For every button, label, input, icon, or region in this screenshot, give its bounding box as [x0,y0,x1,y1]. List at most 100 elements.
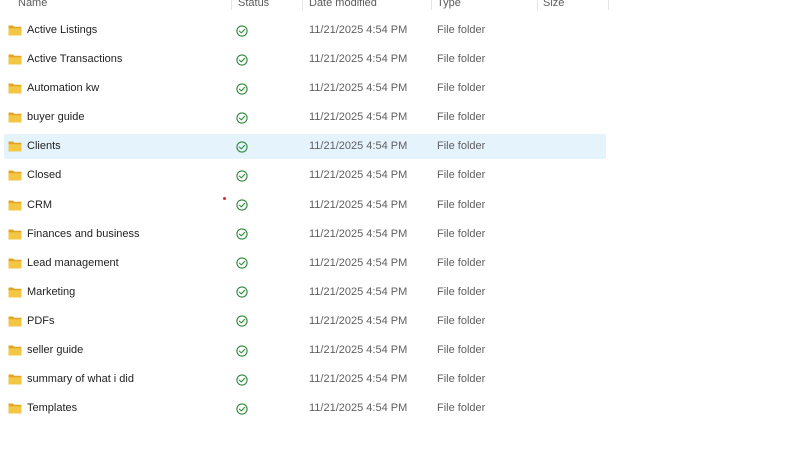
column-header-bar: Name Status Date modified Type Size [0,0,610,12]
column-divider[interactable] [608,0,609,10]
sync-ok-icon [236,286,248,298]
sync-ok-icon [236,315,248,328]
column-divider[interactable] [431,0,432,10]
date-modified-cell: 11/21/2025 4:54 PM [309,198,408,211]
type-cell: File folder [437,285,486,298]
sync-ok-icon [236,24,248,37]
file-row[interactable]: Active Transactions 11/21/2025 4:54 PM F… [4,47,606,72]
name-cell: CRM [8,193,230,218]
date-modified-cell: 11/21/2025 4:54 PM [309,373,408,386]
folder-icon [8,229,22,240]
file-name: summary of what i did [27,373,134,386]
file-name: Finances and business [27,227,140,240]
status-cell [236,18,256,43]
status-cell [236,222,256,247]
file-name: Active Listings [27,24,98,36]
column-header-name[interactable]: Name [18,0,47,12]
folder-icon [8,200,22,211]
type-cell: File folder [437,256,486,269]
date-modified-cell: 11/21/2025 4:54 PM [309,82,408,95]
sync-ok-icon [236,228,248,240]
file-row[interactable]: Closed 11/21/2025 4:54 PM File folder [4,163,606,188]
column-divider[interactable] [231,0,232,10]
status-cell [236,309,256,334]
file-row[interactable]: Templates 11/21/2025 4:54 PM File folder [4,396,606,421]
name-cell: Templates [8,396,230,421]
status-cell [236,396,256,421]
date-modified-cell: 11/21/2025 4:54 PM [309,285,408,298]
date-modified-cell: 11/21/2025 4:54 PM [309,314,408,327]
date-modified-cell: 11/21/2025 4:54 PM [309,24,408,36]
file-row[interactable]: summary of what i did 11/21/2025 4:54 PM… [4,367,606,392]
folder-icon [8,258,22,269]
status-cell [236,163,256,188]
file-name: buyer guide [27,111,85,124]
folder-icon [8,54,22,65]
date-modified-cell: 11/21/2025 4:54 PM [309,53,408,66]
status-cell [236,193,256,218]
column-header-type[interactable]: Type [437,0,461,12]
status-cell [236,76,256,101]
type-cell: File folder [437,198,486,211]
cursor-dot [223,197,226,200]
date-modified-cell: 11/21/2025 4:54 PM [309,111,408,124]
column-header-size[interactable]: Size [543,0,564,12]
sync-ok-icon [236,112,248,124]
name-cell: Finances and business [8,222,230,247]
sync-ok-icon [236,403,248,415]
name-cell: buyer guide [8,105,230,130]
file-row[interactable]: seller guide 11/21/2025 4:54 PM File fol… [4,338,606,363]
type-cell: File folder [437,82,486,95]
folder-icon [8,25,22,36]
file-row[interactable]: CRM 11/21/2025 4:54 PM File folder [4,193,606,218]
file-row[interactable]: buyer guide 11/21/2025 4:54 PM File fold… [4,105,606,130]
column-header-status[interactable]: Status [238,0,269,12]
file-name: PDFs [27,314,55,327]
folder-icon [8,170,22,181]
type-cell: File folder [437,344,486,357]
date-modified-cell: 11/21/2025 4:54 PM [309,402,408,415]
type-cell: File folder [437,314,486,327]
status-cell [236,338,256,363]
status-cell [236,367,256,392]
sync-ok-icon [236,53,248,66]
file-row[interactable]: Finances and business 11/21/2025 4:54 PM… [4,222,606,247]
name-cell: Automation kw [8,76,230,101]
file-name: Clients [27,140,61,153]
name-cell: Clients [8,134,230,159]
folder-icon [8,141,22,152]
status-cell [236,47,256,72]
file-name: CRM [27,198,53,211]
sync-ok-icon [236,199,248,211]
type-cell: File folder [437,140,486,153]
folder-icon [8,403,22,414]
column-header-date-modified[interactable]: Date modified [309,0,377,12]
name-cell: PDFs [8,309,230,334]
file-name: seller guide [27,344,84,357]
name-cell: Active Listings [8,18,230,43]
sync-ok-icon [236,83,248,95]
file-row[interactable]: Automation kw 11/21/2025 4:54 PM File fo… [4,76,606,101]
status-cell [236,280,256,305]
column-divider[interactable] [537,0,538,10]
status-cell [236,251,256,276]
folder-icon [8,316,22,327]
type-cell: File folder [437,373,486,386]
date-modified-cell: 11/21/2025 4:54 PM [309,140,408,153]
sync-ok-icon [236,170,248,182]
sync-ok-icon [236,257,248,269]
folder-icon [8,287,22,298]
folder-icon [8,83,22,94]
file-row[interactable]: Clients 11/21/2025 4:54 PM File folder [4,134,606,160]
file-row[interactable]: PDFs 11/21/2025 4:54 PM File folder [4,309,606,334]
file-name: Active Transactions [27,53,123,66]
name-cell: Active Transactions [8,47,230,72]
file-row[interactable]: Active Listings 11/21/2025 4:54 PM File … [4,18,606,43]
sync-ok-icon [236,344,248,357]
status-cell [236,105,256,130]
column-divider[interactable] [302,0,303,10]
type-cell: File folder [437,111,486,124]
folder-icon [8,374,22,385]
file-row[interactable]: Marketing 11/21/2025 4:54 PM File folder [4,280,606,305]
file-row[interactable]: Lead management 11/21/2025 4:54 PM File … [4,251,606,276]
